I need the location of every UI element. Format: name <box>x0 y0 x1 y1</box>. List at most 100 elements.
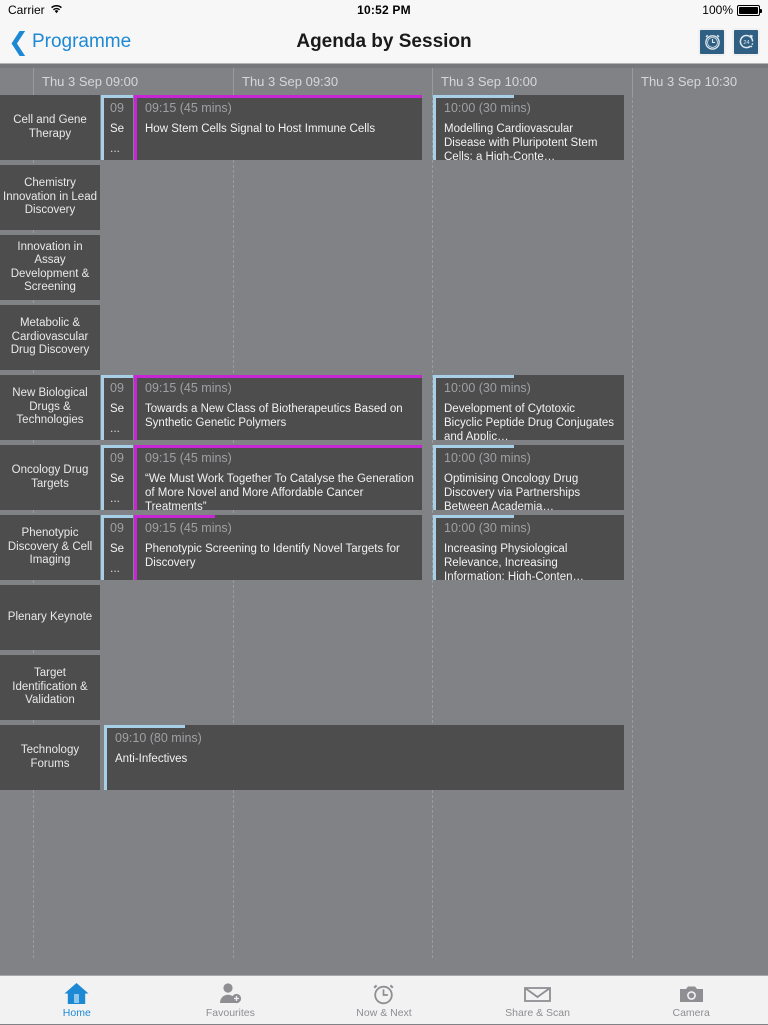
timeline-column-2: Thu 3 Sep 10:00 <box>432 68 632 95</box>
session-name: Se <box>110 472 128 486</box>
tab-camera[interactable]: Camera <box>614 976 768 1025</box>
session-time: 10:00 (30 mins) <box>444 101 616 115</box>
session-time: 09 <box>110 451 128 465</box>
session-name: Modelling Cardiovascular Disease with Pl… <box>444 122 616 160</box>
table-row: Technology Forums 09:10 (80 mins) Anti-I… <box>0 725 768 795</box>
track-label-text: Cell and Gene Therapy <box>2 114 98 141</box>
session-name: Phenotypic Screening to Identify Novel T… <box>145 542 414 570</box>
session-block-clipped[interactable]: 09 Se ... <box>101 515 133 580</box>
sidebar-item-chemistry-innovation-in-lead-discovery[interactable]: Chemistry Innovation in Lead Discovery <box>0 165 100 230</box>
alarm-clock-icon <box>370 981 397 1006</box>
tab-now-and-next-label: Now & Next <box>356 1007 411 1019</box>
session-name: “We Must Work Together To Catalyse the G… <box>145 472 414 510</box>
session-time: 09:15 (45 mins) <box>145 451 414 465</box>
tab-home[interactable]: Home <box>0 976 154 1025</box>
session-name: Towards a New Class of Biotherapeutics B… <box>145 402 414 430</box>
session-block[interactable]: 10:00 (30 mins) Development of Cytotoxic… <box>433 375 624 440</box>
twentyfour-hour-icon-button[interactable]: 24 <box>732 28 760 56</box>
session-time: 09 <box>110 521 128 535</box>
track-label-text: Chemistry Innovation in Lead Discovery <box>2 177 98 218</box>
envelope-icon <box>523 981 552 1006</box>
sidebar-item-oncology-drug-targets[interactable]: Oncology Drug Targets <box>0 445 100 510</box>
table-row: Chemistry Innovation in Lead Discovery <box>0 165 768 235</box>
track-label-text: Metabolic & Cardiovascular Drug Discover… <box>2 317 98 358</box>
track-label-text: Innovation in Assay Development & Screen… <box>2 241 98 295</box>
session-block[interactable]: 09:10 (80 mins) Anti-Infectives <box>104 725 624 790</box>
session-block[interactable]: 10:00 (30 mins) Modelling Cardiovascular… <box>433 95 624 160</box>
sidebar-item-metabolic-and-cardiovascular-drug-discovery[interactable]: Metabolic & Cardiovascular Drug Discover… <box>0 305 100 370</box>
session-block-clipped[interactable]: 09 Se ... <box>101 445 133 510</box>
tab-camera-label: Camera <box>672 1007 709 1019</box>
table-row: Innovation in Assay Development & Screen… <box>0 235 768 305</box>
session-time: 09:15 (45 mins) <box>145 381 414 395</box>
session-overflow-ellipsis: ... <box>110 141 128 155</box>
session-name: Increasing Physiological Relevance, Incr… <box>444 542 616 580</box>
sidebar-item-technology-forums[interactable]: Technology Forums <box>0 725 100 790</box>
session-name: How Stem Cells Signal to Host Immune Cel… <box>145 122 414 136</box>
twentyfour-hour-icon: 24 <box>737 32 756 51</box>
track-label-text: Oncology Drug Targets <box>2 464 98 491</box>
track-label-text: Plenary Keynote <box>8 611 92 625</box>
session-time: 10:00 (30 mins) <box>444 521 616 535</box>
session-name: Optimising Oncology Drug Discovery via P… <box>444 472 616 510</box>
session-block[interactable]: 09:15 (45 mins) “We Must Work Together T… <box>134 445 422 510</box>
session-block[interactable]: 10:00 (30 mins) Increasing Physiological… <box>433 515 624 580</box>
battery-percent-label: 100% <box>702 3 733 17</box>
session-time: 09:10 (80 mins) <box>115 731 616 745</box>
sidebar-item-new-biological-drugs-and-technologies[interactable]: New Biological Drugs & Technologies <box>0 375 100 440</box>
timeline-column-1: Thu 3 Sep 09:30 <box>233 68 432 95</box>
track-label-text: Target Identification & Validation <box>2 667 98 708</box>
sidebar-item-innovation-in-assay-development-and-screening[interactable]: Innovation in Assay Development & Screen… <box>0 235 100 300</box>
sidebar-item-cell-and-gene-therapy[interactable]: Cell and Gene Therapy <box>0 95 100 160</box>
tab-favourites-label: Favourites <box>206 1007 255 1019</box>
session-name: Anti-Infectives <box>115 752 616 766</box>
session-time: 09:15 (45 mins) <box>145 101 414 115</box>
session-overflow-ellipsis: ... <box>110 421 128 435</box>
status-bar-right: 100% <box>702 3 760 17</box>
tab-favourites[interactable]: Favourites <box>154 976 308 1025</box>
session-time: 09 <box>110 381 128 395</box>
navigation-actions: 24 <box>698 28 760 56</box>
session-block[interactable]: 10:00 (30 mins) Optimising Oncology Drug… <box>433 445 624 510</box>
table-row: Oncology Drug Targets 09 Se ... 09:15 (4… <box>0 445 768 515</box>
session-block[interactable]: 09:15 (45 mins) Phenotypic Screening to … <box>134 515 422 580</box>
session-overflow-ellipsis: ... <box>110 491 128 505</box>
table-row: Target Identification & Validation <box>0 655 768 725</box>
session-block-clipped[interactable]: 09 Se ... <box>101 95 133 160</box>
svg-text:24: 24 <box>743 40 749 46</box>
sidebar-item-phenotypic-discovery-and-cell-imaging[interactable]: Phenotypic Discovery & Cell Imaging <box>0 515 100 580</box>
session-time: 09 <box>110 101 128 115</box>
timeline-column-3: Thu 3 Sep 10:30 <box>632 68 768 95</box>
timeline-column-0: Thu 3 Sep 09:00 <box>33 68 233 95</box>
track-label-text: New Biological Drugs & Technologies <box>2 387 98 428</box>
session-block[interactable]: 09:15 (45 mins) How Stem Cells Signal to… <box>134 95 422 160</box>
page-title: Agenda by Session <box>0 31 768 53</box>
tab-now-and-next[interactable]: Now & Next <box>307 976 461 1025</box>
session-block[interactable]: 09:15 (45 mins) Towards a New Class of B… <box>134 375 422 440</box>
camera-icon <box>677 981 706 1006</box>
alarm-clock-icon-button[interactable] <box>698 28 726 56</box>
agenda-grid[interactable]: Thu 3 Sep 09:00 Thu 3 Sep 09:30 Thu 3 Se… <box>0 68 768 958</box>
session-name: Se <box>110 122 128 136</box>
table-row: New Biological Drugs & Technologies 09 S… <box>0 375 768 445</box>
table-row: Cell and Gene Therapy 09 Se ... 09:15 (4… <box>0 95 768 165</box>
session-time: 09:15 (45 mins) <box>145 521 414 535</box>
session-time: 10:00 (30 mins) <box>444 451 616 465</box>
session-time: 10:00 (30 mins) <box>444 381 616 395</box>
timeline-header: Thu 3 Sep 09:00 Thu 3 Sep 09:30 Thu 3 Se… <box>0 68 768 95</box>
sidebar-item-plenary-keynote[interactable]: Plenary Keynote <box>0 585 100 650</box>
alarm-clock-icon <box>703 32 722 51</box>
tab-share-and-scan[interactable]: Share & Scan <box>461 976 615 1025</box>
session-name: Development of Cytotoxic Bicyclic Peptid… <box>444 402 616 440</box>
home-icon <box>63 981 90 1006</box>
session-block-clipped[interactable]: 09 Se ... <box>101 375 133 440</box>
status-bar-clock: 10:52 PM <box>0 3 768 17</box>
session-overflow-ellipsis: ... <box>110 561 128 575</box>
sidebar-item-target-identification-and-validation[interactable]: Target Identification & Validation <box>0 655 100 720</box>
session-name: Se <box>110 542 128 556</box>
tab-bar: Home Favourites Now & Next <box>0 975 768 1024</box>
track-label-text: Technology Forums <box>2 744 98 771</box>
status-bar: Carrier 10:52 PM 100% <box>0 0 768 20</box>
track-rows: Cell and Gene Therapy 09 Se ... 09:15 (4… <box>0 95 768 958</box>
table-row: Phenotypic Discovery & Cell Imaging 09 S… <box>0 515 768 585</box>
